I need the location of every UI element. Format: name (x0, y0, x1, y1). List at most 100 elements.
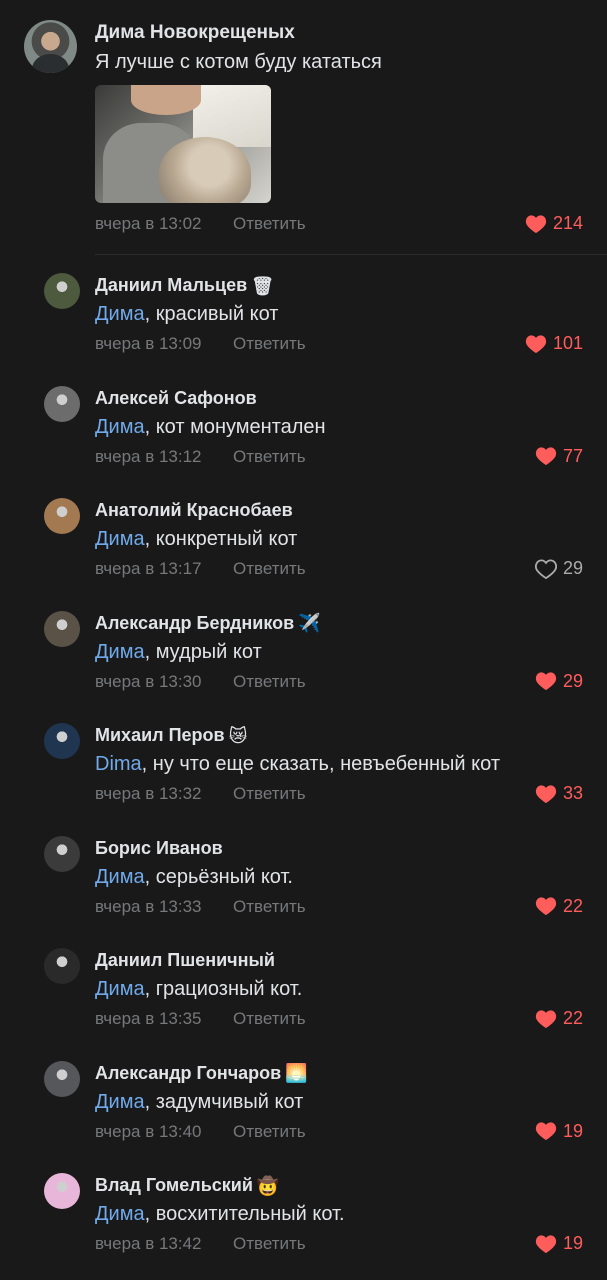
mention-link[interactable]: Дима (95, 528, 145, 550)
reply-author-name: Даниил Мальцев (95, 275, 248, 295)
reply-text: Дима, кот монументален (95, 416, 326, 439)
reply-body: , мудрый кот (144, 640, 262, 663)
mention-link[interactable]: Дима (95, 641, 145, 663)
reply-button[interactable]: Ответить (233, 559, 306, 579)
like-button[interactable]: 19 (535, 1233, 583, 1254)
reply-button[interactable]: Ответить (233, 214, 306, 234)
avatar[interactable] (44, 1060, 80, 1097)
heart-filled-icon (535, 446, 557, 466)
reply-button[interactable]: Ответить (233, 1122, 306, 1142)
mention-link[interactable]: Дима (95, 1203, 145, 1225)
reply-item: Александр Гончаров 🌅 Дима, задумчивый ко… (0, 1053, 607, 1166)
reply-time: вчера в 13:12 (95, 446, 202, 466)
status-emoji: ✈️ (298, 613, 321, 633)
mention-link[interactable]: Дима (95, 866, 145, 888)
reply-button[interactable]: Ответить (233, 672, 306, 692)
reply-text: Dima, ну что еще сказать, невъебенный ко… (95, 753, 500, 776)
avatar[interactable] (44, 1173, 80, 1209)
reply-body: , ну что еще сказать, невъебенный кот (141, 753, 500, 775)
reply-author[interactable]: Алексей Сафонов (95, 388, 261, 409)
reply-author[interactable]: Даниил Мальцев 🗑 (95, 275, 274, 296)
like-count: 19 (562, 1233, 583, 1253)
reply-author[interactable]: Анатолий Краснобаев (95, 500, 297, 521)
reply-button[interactable]: Ответить (233, 334, 306, 354)
comment-text: Я лучше с котом буду кататься (95, 51, 382, 73)
reply-button[interactable]: Ответить (233, 447, 306, 467)
reply-author[interactable]: Влад Гомельский 🤠 (95, 1175, 279, 1196)
reply-author[interactable]: Борис Иванов (95, 838, 227, 859)
reply-time: вчера в 13:33 (95, 896, 202, 916)
comment-author[interactable]: Дима Новокрещеных (95, 22, 295, 44)
like-count: 19 (562, 1120, 583, 1141)
like-button[interactable]: 22 (535, 1008, 583, 1029)
replies-list: Даниил Мальцев 🗑 Дима, красивый кот вчер… (0, 265, 607, 1278)
heart-filled-icon (525, 334, 547, 354)
mention-link[interactable]: Dima (95, 753, 142, 775)
reply-item: Алексей Сафонов Дима, кот монументален в… (0, 378, 607, 491)
like-button[interactable]: 101 (525, 333, 583, 354)
reply-text: Дима, красивый кот (95, 303, 278, 326)
avatar[interactable] (44, 273, 80, 309)
reply-author[interactable]: Александр Гончаров 🌅 (95, 1063, 308, 1084)
like-count: 22 (562, 895, 583, 916)
reply-item: Борис Иванов Дима, серьёзный кот. вчера … (0, 828, 607, 941)
like-button[interactable]: 29 (534, 558, 583, 579)
like-button[interactable]: 19 (535, 1121, 583, 1142)
comment-time: вчера в 13:02 (95, 214, 202, 233)
mention-link[interactable]: Дима (95, 978, 145, 1000)
reply-body: , конкретный кот (144, 528, 298, 550)
avatar[interactable] (44, 385, 80, 422)
avatar[interactable] (44, 610, 80, 647)
reply-button[interactable]: Ответить (233, 897, 306, 917)
reply-author-name: Борис Иванов (95, 837, 223, 858)
reply-author[interactable]: Даниил Пшеничный (95, 950, 279, 971)
like-count: 77 (562, 445, 583, 466)
reply-time: вчера в 13:35 (95, 1009, 202, 1028)
reply-text: Дима, конкретный кот (95, 528, 297, 551)
reply-button[interactable]: Ответить (233, 1234, 306, 1254)
like-button[interactable]: 33 (535, 783, 583, 804)
reply-body: , задумчивый кот (144, 1090, 304, 1113)
reply-text: Дима, мудрый кот (95, 641, 262, 664)
reply-item: Михаил Перов 😿 Dima, ну что еще сказать,… (0, 715, 607, 828)
reply-author[interactable]: Александр Бердников ✈️ (95, 613, 321, 634)
mention-link[interactable]: Дима (95, 416, 145, 438)
reply-body: , грациозный кот. (144, 978, 303, 1000)
avatar[interactable] (44, 835, 80, 872)
reply-item: Александр Бердников ✈️ Дима, мудрый кот … (0, 603, 607, 716)
reply-button[interactable]: Ответить (233, 1009, 306, 1029)
like-button[interactable]: 214 (525, 213, 583, 234)
mention-link[interactable]: Дима (95, 1091, 145, 1113)
like-button[interactable]: 22 (535, 896, 583, 917)
reply-author-name: Даниил Пшеничный (95, 950, 275, 970)
reply-item: Влад Гомельский 🤠 Дима, восхитительный к… (0, 1165, 607, 1278)
like-button[interactable]: 29 (535, 671, 583, 692)
heart-filled-icon (535, 1121, 557, 1141)
reply-button[interactable]: Ответить (233, 784, 306, 804)
main-comment: Дима Новокрещеных Я лучше с котом буду к… (0, 0, 607, 255)
reply-time: вчера в 13:30 (95, 671, 202, 691)
reply-body: , кот монументален (144, 415, 326, 438)
reply-body: , восхитительный кот. (144, 1203, 345, 1225)
reply-time: вчера в 13:32 (95, 784, 202, 803)
avatar[interactable] (44, 498, 80, 534)
mention-link[interactable]: Дима (95, 303, 145, 325)
reply-author-name: Влад Гомельский (95, 1175, 253, 1195)
reply-text: Дима, серьёзный кот. (95, 866, 293, 889)
avatar[interactable] (44, 723, 80, 759)
like-button[interactable]: 77 (535, 446, 583, 467)
avatar[interactable] (44, 948, 80, 984)
like-count: 22 (562, 1008, 583, 1028)
reply-item: Даниил Мальцев 🗑 Дима, красивый кот вчер… (0, 265, 607, 378)
reply-author-name: Александр Бердников (95, 612, 295, 633)
status-emoji: 🤠 (256, 1175, 280, 1196)
attached-photo[interactable] (95, 85, 271, 203)
reply-time: вчера в 13:42 (95, 1234, 202, 1253)
like-count: 101 (552, 333, 583, 353)
like-count: 29 (562, 558, 583, 578)
heart-filled-icon (535, 896, 557, 916)
heart-filled-icon (535, 1009, 557, 1029)
reply-author[interactable]: Михаил Перов 😿 (95, 725, 247, 746)
avatar[interactable] (24, 20, 77, 73)
like-count: 214 (552, 213, 583, 233)
